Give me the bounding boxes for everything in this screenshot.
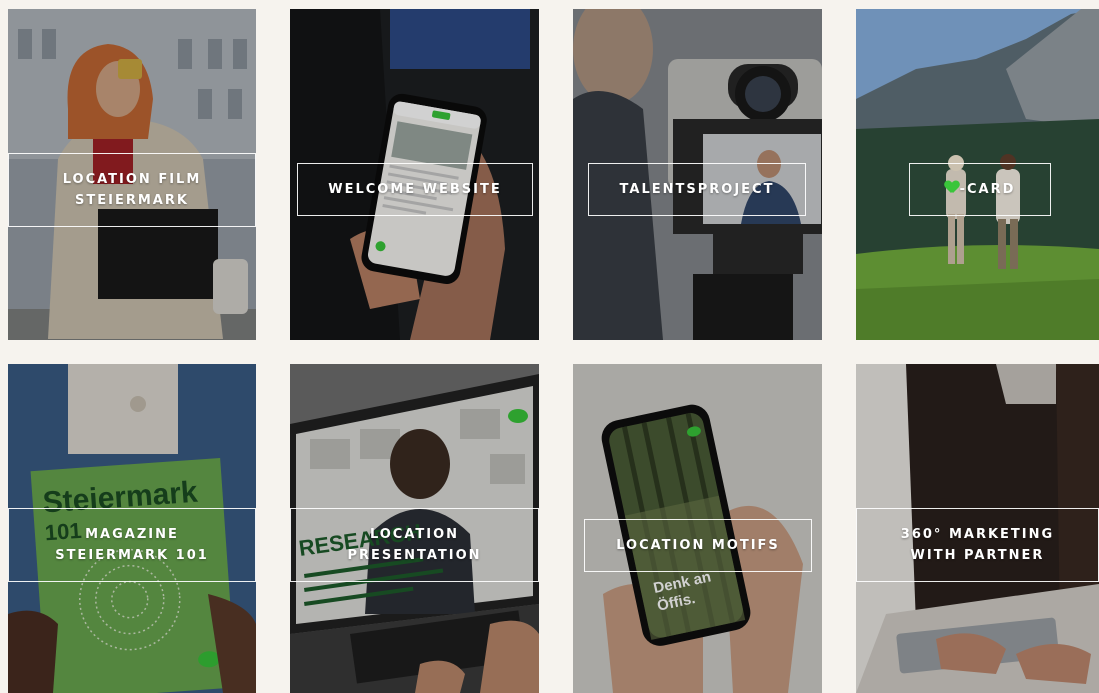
tile-label-box[interactable]: TALENTSPROJECT [588,163,806,216]
tile-title-line1: WELCOME WEBSITE [328,182,502,197]
tile-title-line2: WITH PARTNER [910,548,1045,563]
tile-label-box[interactable]: MAGAZINE STEIERMARK 101 [8,508,256,582]
tile-label-box[interactable]: LOCATION PRESENTATION [290,508,539,582]
tile-location-film[interactable]: LOCATION FILM STEIERMARK [8,9,256,340]
tile-heart-card[interactable]: -CARD [856,9,1099,340]
tile-title-line2: STEIERMARK 101 [55,548,209,563]
portfolio-grid: LOCATION FILM STEIERMARK WELCOME WEBSITE… [0,0,1099,693]
tile-label-box[interactable]: WELCOME WEBSITE [297,163,533,216]
tile-location-presentation[interactable]: RESEARCH LOCATION PRESENTATION [290,364,539,693]
tile-title-line1: -CARD [959,182,1016,197]
tile-title-line1: LOCATION MOTIFS [616,538,780,553]
tile-title-line1: LOCATION FILM [62,172,202,187]
tile-label-box[interactable]: LOCATION MOTIFS [584,519,812,572]
tile-talentsproject[interactable]: TALENTSPROJECT [573,9,822,340]
tile-title-line2: PRESENTATION [347,548,482,563]
tile-label-box[interactable]: -CARD [909,163,1051,216]
tile-title-line1: MAGAZINE [85,527,179,542]
tile-title-line1: 360° MARKETING [900,527,1055,542]
tile-label-box[interactable]: 360° MARKETING WITH PARTNER [856,508,1099,582]
tile-title-line1: TALENTSPROJECT [619,182,775,197]
tile-title-line1: LOCATION [369,527,460,542]
tile-label-box[interactable]: LOCATION FILM STEIERMARK [8,153,256,227]
tile-location-motifs[interactable]: Denk an Öffis. LOCATION MOTIFS [573,364,822,693]
tile-title-line2: STEIERMARK [75,193,189,208]
tile-welcome-website[interactable]: WELCOME WEBSITE [290,9,539,340]
green-heart-icon [945,181,959,194]
tile-360-marketing[interactable]: 360° MARKETING WITH PARTNER [856,364,1099,693]
tile-magazine-steiermark[interactable]: Steiermark 101 MAGAZINE STEIERMARK 101 [8,364,256,693]
